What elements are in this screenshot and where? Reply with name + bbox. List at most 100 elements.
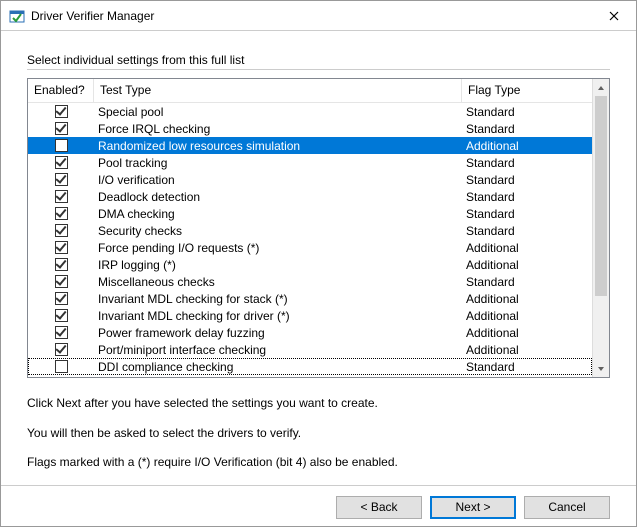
cell-test-type: Pool tracking bbox=[94, 156, 462, 170]
table-row[interactable]: Randomized low resources simulationAddit… bbox=[28, 137, 592, 154]
table-row[interactable]: Miscellaneous checksStandard bbox=[28, 273, 592, 290]
cell-flag-type: Standard bbox=[462, 173, 592, 187]
close-button[interactable] bbox=[591, 1, 636, 30]
cell-test-type: Invariant MDL checking for driver (*) bbox=[94, 309, 462, 323]
cell-flag-type: Standard bbox=[462, 105, 592, 119]
column-header-enabled[interactable]: Enabled? bbox=[28, 79, 94, 102]
table-row[interactable]: Deadlock detectionStandard bbox=[28, 188, 592, 205]
column-header-test-type[interactable]: Test Type bbox=[94, 79, 462, 102]
enabled-checkbox[interactable] bbox=[55, 105, 68, 118]
cell-enabled[interactable] bbox=[28, 122, 94, 135]
cell-enabled[interactable] bbox=[28, 360, 94, 373]
cell-test-type: DDI compliance checking bbox=[94, 360, 462, 374]
enabled-checkbox[interactable] bbox=[55, 258, 68, 271]
cell-test-type: Miscellaneous checks bbox=[94, 275, 462, 289]
scroll-thumb[interactable] bbox=[595, 96, 607, 296]
cell-enabled[interactable] bbox=[28, 343, 94, 356]
vertical-scrollbar[interactable] bbox=[592, 79, 609, 377]
enabled-checkbox[interactable] bbox=[55, 326, 68, 339]
enabled-checkbox[interactable] bbox=[55, 343, 68, 356]
button-row: < Back Next > Cancel bbox=[27, 496, 610, 519]
cell-test-type: Deadlock detection bbox=[94, 190, 462, 204]
cell-flag-type: Additional bbox=[462, 343, 592, 357]
settings-list[interactable]: Enabled? Test Type Flag Type Special poo… bbox=[27, 78, 610, 378]
next-button[interactable]: Next > bbox=[430, 496, 516, 519]
cell-test-type: Power framework delay fuzzing bbox=[94, 326, 462, 340]
cell-enabled[interactable] bbox=[28, 326, 94, 339]
info-line-3: Flags marked with a (*) require I/O Veri… bbox=[27, 455, 610, 471]
cell-enabled[interactable] bbox=[28, 173, 94, 186]
content-area: Select individual settings from this ful… bbox=[1, 31, 636, 527]
cell-enabled[interactable] bbox=[28, 292, 94, 305]
cell-flag-type: Additional bbox=[462, 292, 592, 306]
cell-flag-type: Standard bbox=[462, 360, 592, 374]
titlebar: Driver Verifier Manager bbox=[1, 1, 636, 31]
back-button[interactable]: < Back bbox=[336, 496, 422, 519]
cell-enabled[interactable] bbox=[28, 309, 94, 322]
cell-flag-type: Standard bbox=[462, 156, 592, 170]
cell-flag-type: Additional bbox=[462, 309, 592, 323]
scroll-up-button[interactable] bbox=[593, 79, 609, 96]
cell-enabled[interactable] bbox=[28, 275, 94, 288]
cell-test-type: IRP logging (*) bbox=[94, 258, 462, 272]
cell-enabled[interactable] bbox=[28, 207, 94, 220]
column-header-flag-type[interactable]: Flag Type bbox=[462, 79, 592, 102]
cell-flag-type: Additional bbox=[462, 139, 592, 153]
table-row[interactable]: DMA checkingStandard bbox=[28, 205, 592, 222]
scroll-track[interactable] bbox=[593, 96, 609, 360]
info-line-2: You will then be asked to select the dri… bbox=[27, 426, 610, 442]
table-row[interactable]: Security checksStandard bbox=[28, 222, 592, 239]
table-row[interactable]: I/O verificationStandard bbox=[28, 171, 592, 188]
window-title: Driver Verifier Manager bbox=[31, 9, 591, 23]
cell-test-type: Invariant MDL checking for stack (*) bbox=[94, 292, 462, 306]
enabled-checkbox[interactable] bbox=[55, 275, 68, 288]
cell-test-type: I/O verification bbox=[94, 173, 462, 187]
table-row[interactable]: Pool trackingStandard bbox=[28, 154, 592, 171]
list-header: Enabled? Test Type Flag Type bbox=[28, 79, 592, 103]
info-line-1: Click Next after you have selected the s… bbox=[27, 396, 610, 412]
enabled-checkbox[interactable] bbox=[55, 139, 68, 152]
cell-enabled[interactable] bbox=[28, 190, 94, 203]
scroll-down-button[interactable] bbox=[593, 360, 609, 377]
cell-test-type: Force pending I/O requests (*) bbox=[94, 241, 462, 255]
table-row[interactable]: Invariant MDL checking for driver (*)Add… bbox=[28, 307, 592, 324]
list-body[interactable]: Special poolStandardForce IRQL checkingS… bbox=[28, 103, 592, 377]
cell-enabled[interactable] bbox=[28, 258, 94, 271]
table-row[interactable]: DDI compliance checkingStandard bbox=[28, 358, 592, 375]
enabled-checkbox[interactable] bbox=[55, 241, 68, 254]
cell-test-type: Security checks bbox=[94, 224, 462, 238]
enabled-checkbox[interactable] bbox=[55, 224, 68, 237]
enabled-checkbox[interactable] bbox=[55, 207, 68, 220]
enabled-checkbox[interactable] bbox=[55, 292, 68, 305]
table-row[interactable]: Port/miniport interface checkingAddition… bbox=[28, 341, 592, 358]
enabled-checkbox[interactable] bbox=[55, 173, 68, 186]
info-text: Click Next after you have selected the s… bbox=[27, 396, 610, 471]
cell-enabled[interactable] bbox=[28, 224, 94, 237]
enabled-checkbox[interactable] bbox=[55, 360, 68, 373]
enabled-checkbox[interactable] bbox=[55, 122, 68, 135]
cell-flag-type: Additional bbox=[462, 326, 592, 340]
table-row[interactable]: Power framework delay fuzzingAdditional bbox=[28, 324, 592, 341]
table-row[interactable]: Special poolStandard bbox=[28, 103, 592, 120]
cell-flag-type: Standard bbox=[462, 207, 592, 221]
cancel-button[interactable]: Cancel bbox=[524, 496, 610, 519]
cell-flag-type: Standard bbox=[462, 224, 592, 238]
cell-test-type: Randomized low resources simulation bbox=[94, 139, 462, 153]
group-box: Enabled? Test Type Flag Type Special poo… bbox=[27, 69, 610, 471]
enabled-checkbox[interactable] bbox=[55, 309, 68, 322]
enabled-checkbox[interactable] bbox=[55, 190, 68, 203]
cell-enabled[interactable] bbox=[28, 105, 94, 118]
table-row[interactable]: Invariant MDL checking for stack (*)Addi… bbox=[28, 290, 592, 307]
cell-test-type: Special pool bbox=[94, 105, 462, 119]
cell-flag-type: Standard bbox=[462, 122, 592, 136]
cell-enabled[interactable] bbox=[28, 139, 94, 152]
cell-enabled[interactable] bbox=[28, 241, 94, 254]
table-row[interactable]: IRP logging (*)Additional bbox=[28, 256, 592, 273]
enabled-checkbox[interactable] bbox=[55, 156, 68, 169]
table-row[interactable]: Force pending I/O requests (*)Additional bbox=[28, 239, 592, 256]
table-row[interactable]: Force IRQL checkingStandard bbox=[28, 120, 592, 137]
cell-test-type: Port/miniport interface checking bbox=[94, 343, 462, 357]
cell-test-type: DMA checking bbox=[94, 207, 462, 221]
cell-flag-type: Additional bbox=[462, 241, 592, 255]
cell-enabled[interactable] bbox=[28, 156, 94, 169]
